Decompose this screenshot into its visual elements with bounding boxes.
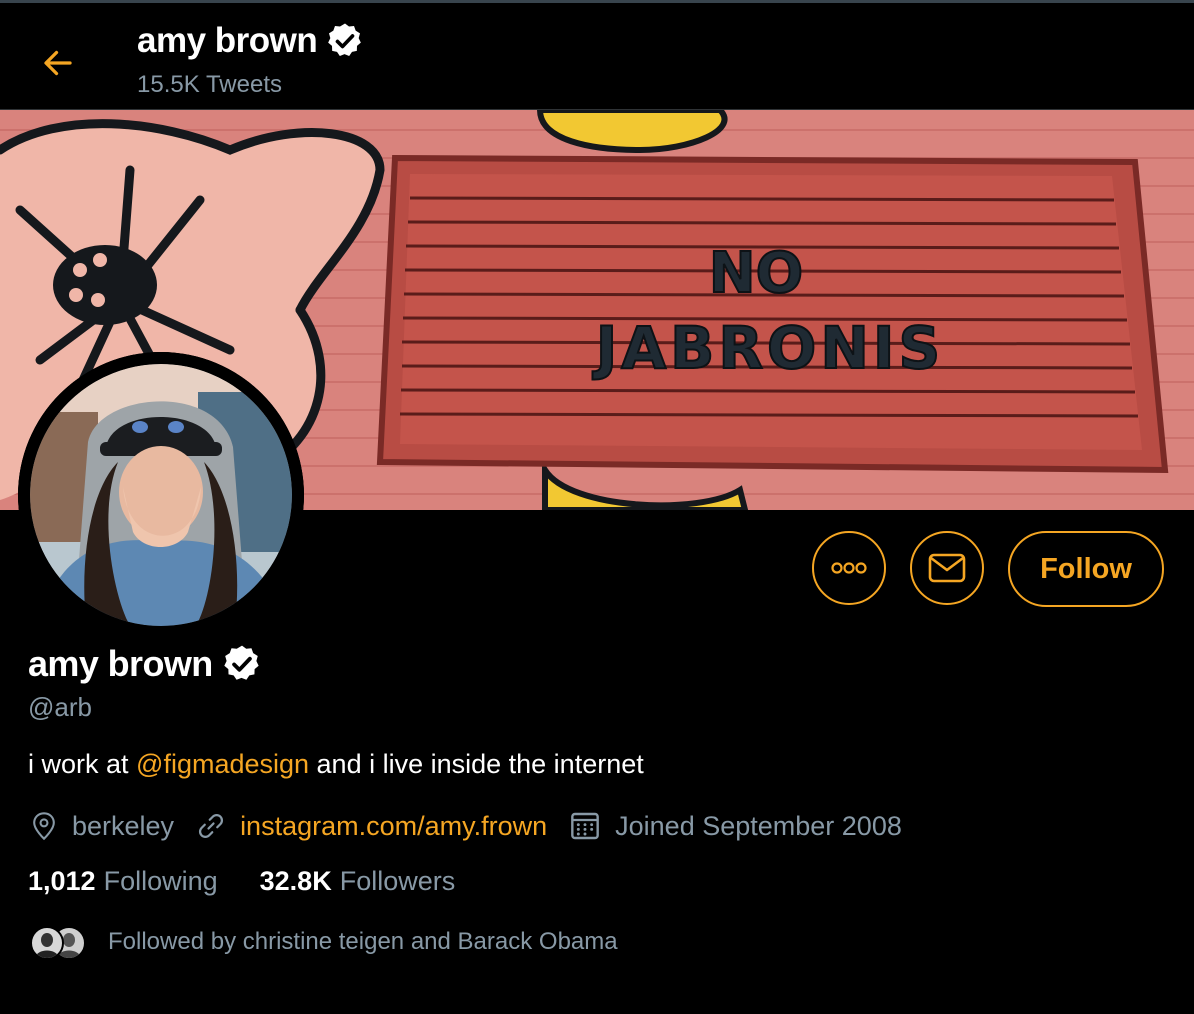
profile-handle: @arb — [28, 692, 92, 722]
profile-bio: i work at @figmadesign and i live inside… — [28, 749, 644, 780]
bio-text-before: i work at — [28, 749, 137, 779]
joined-text: Joined September 2008 — [615, 810, 902, 841]
website-link[interactable]: instagram.com/amy.frown — [240, 811, 547, 842]
header-title: amy brown — [137, 21, 365, 61]
tweet-count: 15.5K Tweets — [137, 71, 282, 98]
avatar-image — [18, 352, 304, 638]
website-item: instagram.com/amy.frown — [196, 811, 547, 842]
bio-text-after: and i live inside the internet — [309, 749, 644, 779]
joined-item: Joined September 2008 — [569, 810, 902, 842]
header-name: amy brown — [137, 21, 318, 60]
message-button[interactable] — [910, 531, 984, 605]
verified-badge-icon — [328, 23, 362, 56]
follower-avatar — [30, 926, 64, 960]
following-stat[interactable]: 1,012 Following — [28, 866, 218, 897]
follow-button[interactable]: Follow — [1008, 531, 1164, 607]
link-icon — [199, 813, 224, 839]
arrow-left-icon — [44, 50, 72, 76]
more-icon — [831, 562, 867, 574]
followed-by-text: Followed by christine teigen and Barack … — [108, 928, 618, 955]
followers-label: Followers — [339, 866, 456, 896]
location-pin-icon — [33, 812, 55, 841]
profile-display-name: amy brown — [28, 643, 263, 685]
sign-text-line1: NO — [709, 241, 803, 306]
profile-name: amy brown — [28, 643, 213, 684]
followed-by-avatars — [30, 924, 88, 960]
profile-avatar[interactable] — [18, 352, 304, 638]
following-count: 1,012 — [28, 866, 96, 896]
followed-by-row[interactable]: Followed by christine teigen and Barack … — [30, 922, 618, 962]
location-item: berkeley — [30, 811, 174, 842]
sign-text-line2: JABRONIS — [592, 314, 945, 382]
profile-stats: 1,012 Following 32.8K Followers — [28, 866, 455, 897]
profile-header: amy brown 15.5K Tweets — [0, 0, 1194, 110]
calendar-icon — [571, 812, 600, 840]
following-label: Following — [103, 866, 218, 896]
more-button[interactable] — [812, 531, 886, 605]
back-button[interactable] — [36, 41, 80, 85]
location-text: berkeley — [72, 810, 175, 841]
bio-mention-link[interactable]: @figmadesign — [136, 749, 309, 779]
followers-stat[interactable]: 32.8K Followers — [260, 866, 456, 897]
verified-badge-icon — [223, 645, 259, 680]
profile-meta: berkeley instagram.com/amy.frown Joined … — [30, 806, 924, 846]
envelope-icon — [928, 553, 966, 583]
followers-count: 32.8K — [259, 866, 332, 896]
